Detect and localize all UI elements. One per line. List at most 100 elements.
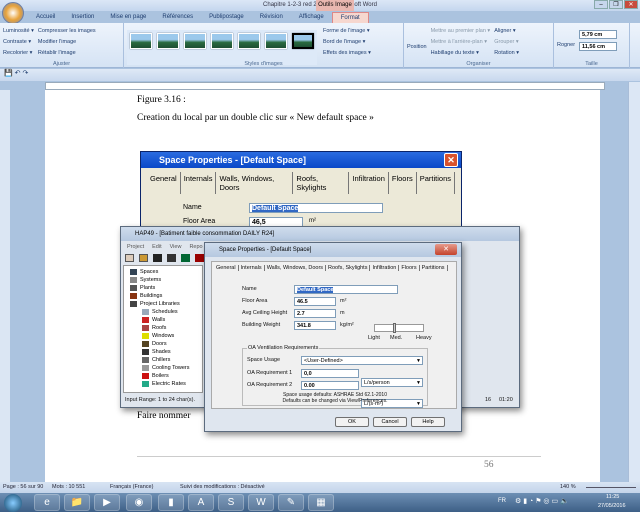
name-input[interactable]: Default Space xyxy=(249,203,383,213)
tab-floors[interactable]: Floors xyxy=(399,265,420,271)
tree-project-libraries[interactable]: Project Libraries xyxy=(130,300,202,308)
new-icon[interactable] xyxy=(125,254,134,262)
track-changes[interactable]: Suivi des modifications : Désactivé xyxy=(180,482,265,493)
style-thumb[interactable] xyxy=(292,33,314,49)
tab-floors[interactable]: Floors xyxy=(389,172,417,194)
tree-roofs[interactable]: Roofs xyxy=(130,324,202,332)
hap-icon[interactable]: ✎ xyxy=(278,494,304,511)
tab-partitions[interactable]: Partitions xyxy=(420,265,448,271)
clock-time[interactable]: 11:25 xyxy=(606,494,619,500)
skype-icon[interactable]: S xyxy=(218,494,244,511)
tab-references[interactable]: Références xyxy=(154,12,201,23)
tree-plants[interactable]: Plants xyxy=(130,284,202,292)
media-icon[interactable]: ▶ xyxy=(94,494,120,511)
tab-publipostage[interactable]: Publipostage xyxy=(201,12,252,23)
tab-revision[interactable]: Révision xyxy=(252,12,291,23)
save-icon[interactable] xyxy=(153,254,162,262)
tree-windows[interactable]: Windows xyxy=(130,332,202,340)
tab-internals[interactable]: Internals xyxy=(239,265,265,271)
style-thumb[interactable] xyxy=(184,33,206,49)
tab-walls[interactable]: Walls, Windows, Doors xyxy=(265,265,327,271)
tab-general[interactable]: General xyxy=(214,265,239,271)
recolorier-button[interactable]: Recolorier ▾ xyxy=(3,48,34,59)
tab-roofs[interactable]: Roofs, Skylights xyxy=(326,265,371,271)
zoom-level[interactable]: 140 % xyxy=(560,482,576,493)
bord-image-button[interactable]: Bord de l'image ▾ xyxy=(323,37,371,48)
menu-project[interactable]: Project xyxy=(127,244,144,250)
project-tree[interactable]: Spaces Systems Plants Buildings Project … xyxy=(123,265,203,393)
aligner-button[interactable]: Aligner ▾ xyxy=(494,26,519,37)
tree-schedules[interactable]: Schedules xyxy=(130,308,202,316)
chrome-icon[interactable]: ◉ xyxy=(126,494,152,511)
office-button[interactable] xyxy=(2,2,24,24)
style-thumb[interactable] xyxy=(265,33,287,49)
effets-images-button[interactable]: Effets des images ▾ xyxy=(323,48,371,59)
calculator-icon[interactable]: ▦ xyxy=(308,494,334,511)
tree-boilers[interactable]: Boilers xyxy=(130,372,202,380)
tree-walls[interactable]: Walls xyxy=(130,316,202,324)
tree-shades[interactable]: Shades xyxy=(130,348,202,356)
maximize-button[interactable]: ❐ xyxy=(609,0,623,9)
tab-walls[interactable]: Walls, Windows, Doors xyxy=(216,172,294,194)
weight-slider[interactable] xyxy=(374,323,424,333)
grouper-button[interactable]: Grouper ▾ xyxy=(494,37,519,48)
menu-edit[interactable]: Edit xyxy=(152,244,161,250)
horizontal-ruler[interactable] xyxy=(45,82,605,90)
oa1-unit-select[interactable]: L/s/person xyxy=(361,378,423,387)
position-button[interactable]: Position xyxy=(407,26,427,65)
menu-view[interactable]: View xyxy=(170,244,182,250)
habillage-button[interactable]: Habillage du texte ▾ xyxy=(431,48,491,59)
style-thumb[interactable] xyxy=(238,33,260,49)
arriere-plan-button[interactable]: Mettre à l'arrière-plan ▾ xyxy=(431,37,491,48)
tab-roofs[interactable]: Roofs, Skylights xyxy=(293,172,350,194)
minimize-button[interactable]: – xyxy=(594,0,608,9)
clock-date[interactable]: 27/05/2016 xyxy=(598,503,626,509)
zoom-slider[interactable] xyxy=(586,487,636,488)
premier-plan-button[interactable]: Mettre au premier plan ▾ xyxy=(431,26,491,37)
redo-icon[interactable]: ↷ xyxy=(23,70,29,77)
forme-image-button[interactable]: Forme de l'image ▾ xyxy=(323,26,371,37)
rogner-button[interactable]: Rogner xyxy=(557,26,575,65)
tab-partitions[interactable]: Partitions xyxy=(417,172,455,194)
building-weight-input[interactable]: 341.8 xyxy=(294,321,336,330)
rotation-button[interactable]: Rotation ▾ xyxy=(494,48,519,59)
tab-mise-en-page[interactable]: Mise en page xyxy=(102,12,154,23)
compresser-button[interactable]: Compresser les images xyxy=(38,26,96,37)
open-icon[interactable] xyxy=(139,254,148,262)
vertical-ruler[interactable] xyxy=(0,90,10,482)
oa2-input[interactable]: 0.00 xyxy=(301,381,359,390)
cancel-button[interactable]: Cancel xyxy=(373,417,407,427)
height-input[interactable]: 5,79 cm xyxy=(579,30,618,39)
retablir-image-button[interactable]: Rétablir l'image xyxy=(38,48,96,59)
tab-general[interactable]: General xyxy=(147,172,181,194)
language[interactable]: Français (France) xyxy=(110,482,153,493)
autodesk-icon[interactable]: A xyxy=(188,494,214,511)
help-button[interactable]: Help xyxy=(411,417,445,427)
space-usage-select[interactable]: <User-Defined> xyxy=(301,356,423,365)
style-thumb[interactable] xyxy=(157,33,179,49)
book-icon[interactable] xyxy=(167,254,176,262)
close-button[interactable]: ✕ xyxy=(435,244,457,255)
ok-button[interactable]: OK xyxy=(335,417,369,427)
tree-doors[interactable]: Doors xyxy=(130,340,202,348)
tree-systems[interactable]: Systems xyxy=(130,276,202,284)
save-icon[interactable]: 💾 xyxy=(4,70,13,77)
style-thumb[interactable] xyxy=(211,33,233,49)
tray-icons[interactable]: ⚙ ▮ ◔ ⚑ ◎ ▭ 🔈 xyxy=(515,497,569,505)
tab-infiltration[interactable]: Infiltration xyxy=(370,265,400,271)
menu-reports[interactable]: Repo xyxy=(189,244,202,250)
tab-infiltration[interactable]: Infiltration xyxy=(349,172,389,194)
vertical-scrollbar[interactable] xyxy=(628,82,640,482)
style-thumb[interactable] xyxy=(130,33,152,49)
page-count[interactable]: Page : 56 sur 90 xyxy=(3,482,43,493)
modifier-image-button[interactable]: Modifier l'image xyxy=(38,37,96,48)
print-icon[interactable] xyxy=(195,254,204,262)
close-button[interactable]: ✕ xyxy=(444,153,458,167)
explorer-icon[interactable]: 📁 xyxy=(64,494,90,511)
ceiling-height-input[interactable]: 2.7 xyxy=(294,309,336,318)
close-button[interactable]: ✕ xyxy=(624,0,638,9)
tab-format[interactable]: Format xyxy=(331,12,369,23)
oa1-input[interactable]: 0,0 xyxy=(301,369,359,378)
floor-area-input[interactable]: 46.5 xyxy=(294,297,336,306)
luminosite-button[interactable]: Luminosité ▾ xyxy=(3,26,34,37)
